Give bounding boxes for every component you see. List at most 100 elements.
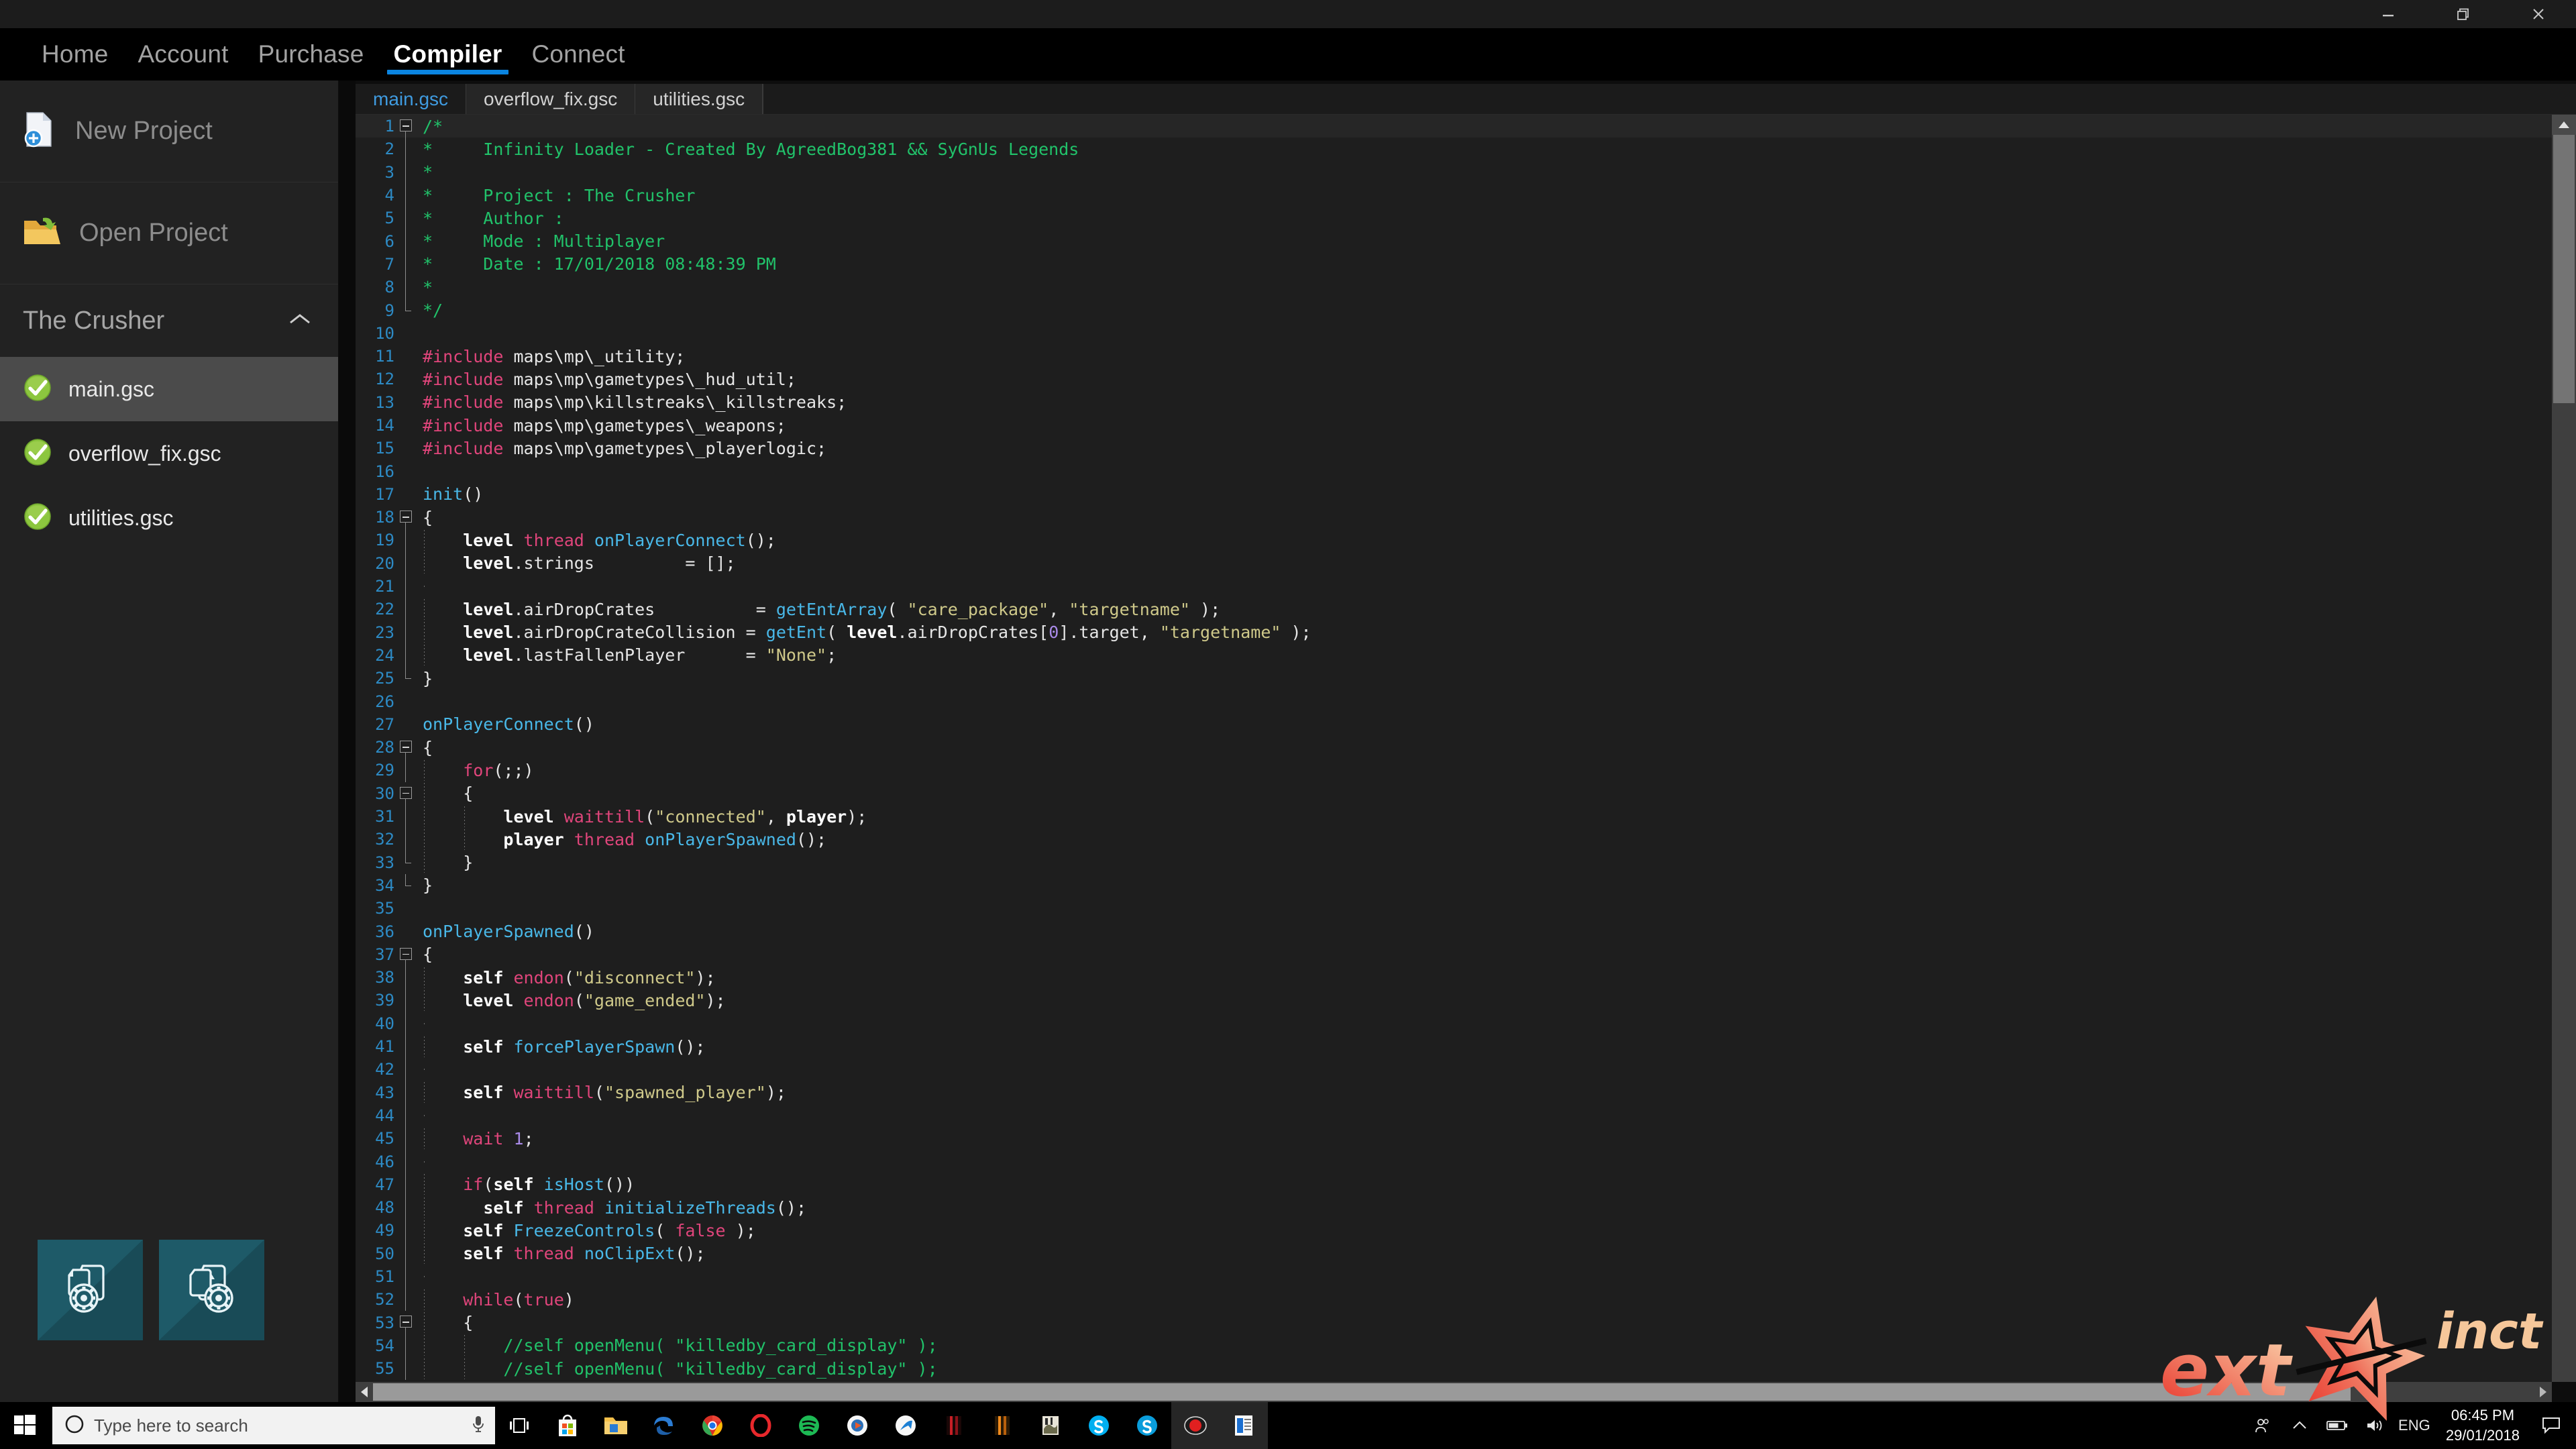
code-line: 51 [356,1265,2552,1289]
editor-tab-main[interactable]: main.gsc [356,84,467,114]
file-item-main[interactable]: main.gsc [0,357,338,421]
skype-business-icon[interactable] [1123,1402,1171,1449]
code-text: #include maps\mp\gametypes\_weapons; [415,416,786,435]
task-view-icon[interactable] [495,1402,543,1449]
code-line: 53 { [356,1311,2552,1334]
project-panel-header[interactable]: The Crusher [0,284,338,357]
nav-item-home[interactable]: Home [27,28,123,80]
code-text-area[interactable]: 1 /* 2 * Infinity Loader - Created By Agree… [356,115,2552,1382]
chevron-up-icon[interactable] [288,313,311,329]
line-number: 4 [384,186,394,205]
microphone-icon[interactable] [471,1414,486,1438]
close-button[interactable] [2501,0,2576,28]
code-text: } [415,852,473,873]
editor-vertical-scrollbar[interactable] [2552,115,2576,1382]
recorder-icon[interactable] [1171,1402,1220,1449]
scroll-left-arrow[interactable] [356,1382,373,1402]
nav-item-connect[interactable]: Connect [517,28,639,80]
fold-gutter[interactable] [397,782,415,805]
code-line: 7 * Date : 17/01/2018 08:48:39 PM [356,252,2552,276]
fold-collapse-icon[interactable] [400,511,412,523]
fold-collapse-icon[interactable] [400,947,412,960]
fold-gutter [397,414,415,437]
opera-icon[interactable] [737,1402,785,1449]
code-line: 38 self endon("disconnect"); [356,965,2552,989]
skype-icon[interactable] [1075,1402,1123,1449]
edge-icon[interactable] [640,1402,688,1449]
start-button[interactable] [0,1402,50,1449]
orange-app-icon[interactable] [978,1402,1026,1449]
fold-gutter [397,713,415,736]
fold-collapse-icon[interactable] [400,1316,412,1328]
app-blue-icon[interactable] [881,1402,930,1449]
code-text: self forcePlayerSpawn(); [415,1036,705,1057]
code-line: 35 [356,897,2552,920]
fold-gutter [397,299,415,321]
game-icon[interactable] [1026,1402,1075,1449]
vertical-scroll-thumb[interactable] [2553,135,2575,403]
fold-gutter[interactable] [397,506,415,529]
new-project-button[interactable]: New Project [0,80,338,182]
spotify-icon[interactable] [785,1402,833,1449]
fold-gutter[interactable] [397,736,415,759]
line-number: 31 [375,807,394,826]
restore-button[interactable] [2426,0,2501,28]
file-item-overflow-fix[interactable]: overflow_fix.gsc [0,421,338,486]
taskbar-search-box[interactable]: Type here to search [52,1407,495,1444]
code-token: { [423,737,433,757]
microsoft-store-icon[interactable] [543,1402,592,1449]
code-line: 22 level.airDropCrates = getEntArray( "c… [356,598,2552,621]
fold-gutter[interactable] [397,115,415,138]
minimize-button[interactable] [2351,0,2426,28]
compile-file-button[interactable] [159,1240,264,1340]
people-icon[interactable] [2243,1402,2281,1449]
chrome-icon[interactable] [688,1402,737,1449]
editor-tab-utilities[interactable]: utilities.gsc [635,84,763,114]
media-player-icon[interactable] [833,1402,881,1449]
editor-tab-overflow-fix[interactable]: overflow_fix.gsc [466,84,636,114]
show-hidden-icons-icon[interactable] [2281,1402,2318,1449]
nav-item-compiler[interactable]: Compiler [379,28,517,80]
fold-guide [405,1288,406,1311]
code-text: level.strings = []; [415,553,736,574]
indent-guide [424,645,425,666]
volume-icon[interactable] [2356,1402,2394,1449]
scroll-right-arrow[interactable] [2534,1382,2552,1402]
code-token: * Mode : Multiplayer [423,231,665,252]
nav-item-purchase[interactable]: Purchase [244,28,379,80]
file-explorer-icon[interactable] [592,1402,640,1449]
code-text: level.airDropCrates = getEntArray( "care… [415,598,1220,620]
action-center-icon[interactable] [2530,1402,2572,1449]
red-app-icon[interactable] [930,1402,978,1449]
code-token: maps\mp\gametypes\_playerlogic; [503,438,827,458]
indent-guide [424,1114,425,1116]
fold-collapse-icon[interactable] [400,741,412,753]
language-indicator[interactable]: ENG [2394,1402,2435,1449]
code-text: init() [415,484,483,504]
code-token: level [463,530,514,550]
fold-gutter[interactable] [397,1311,415,1334]
code-line: 50 self thread noClipExt(); [356,1242,2552,1265]
open-project-button[interactable]: Open Project [0,182,338,284]
fold-collapse-icon[interactable] [400,119,412,131]
code-text: player thread onPlayerSpawned(); [415,828,826,850]
fold-guide [405,1034,406,1059]
fold-guide [405,1173,406,1196]
editor-horizontal-scrollbar[interactable] [356,1382,2552,1402]
compile-all-button[interactable] [38,1240,143,1340]
nav-label: Compiler [393,40,502,68]
nav-item-account[interactable]: Account [123,28,244,80]
code-token: thread [513,1244,574,1264]
fold-gutter[interactable] [397,943,415,966]
battery-icon[interactable] [2318,1402,2356,1449]
scroll-up-arrow[interactable] [2552,115,2576,135]
file-item-utilities[interactable]: utilities.gsc [0,486,338,550]
clock[interactable]: 06:45 PM 29/01/2018 [2435,1405,2530,1445]
compiler-app-icon[interactable] [1220,1402,1268,1449]
indent-guide [424,1174,425,1195]
indent-guide [424,967,425,988]
code-token: ); [705,990,726,1010]
fold-collapse-icon[interactable] [400,786,412,799]
horizontal-scroll-thumb[interactable] [373,1383,2351,1401]
